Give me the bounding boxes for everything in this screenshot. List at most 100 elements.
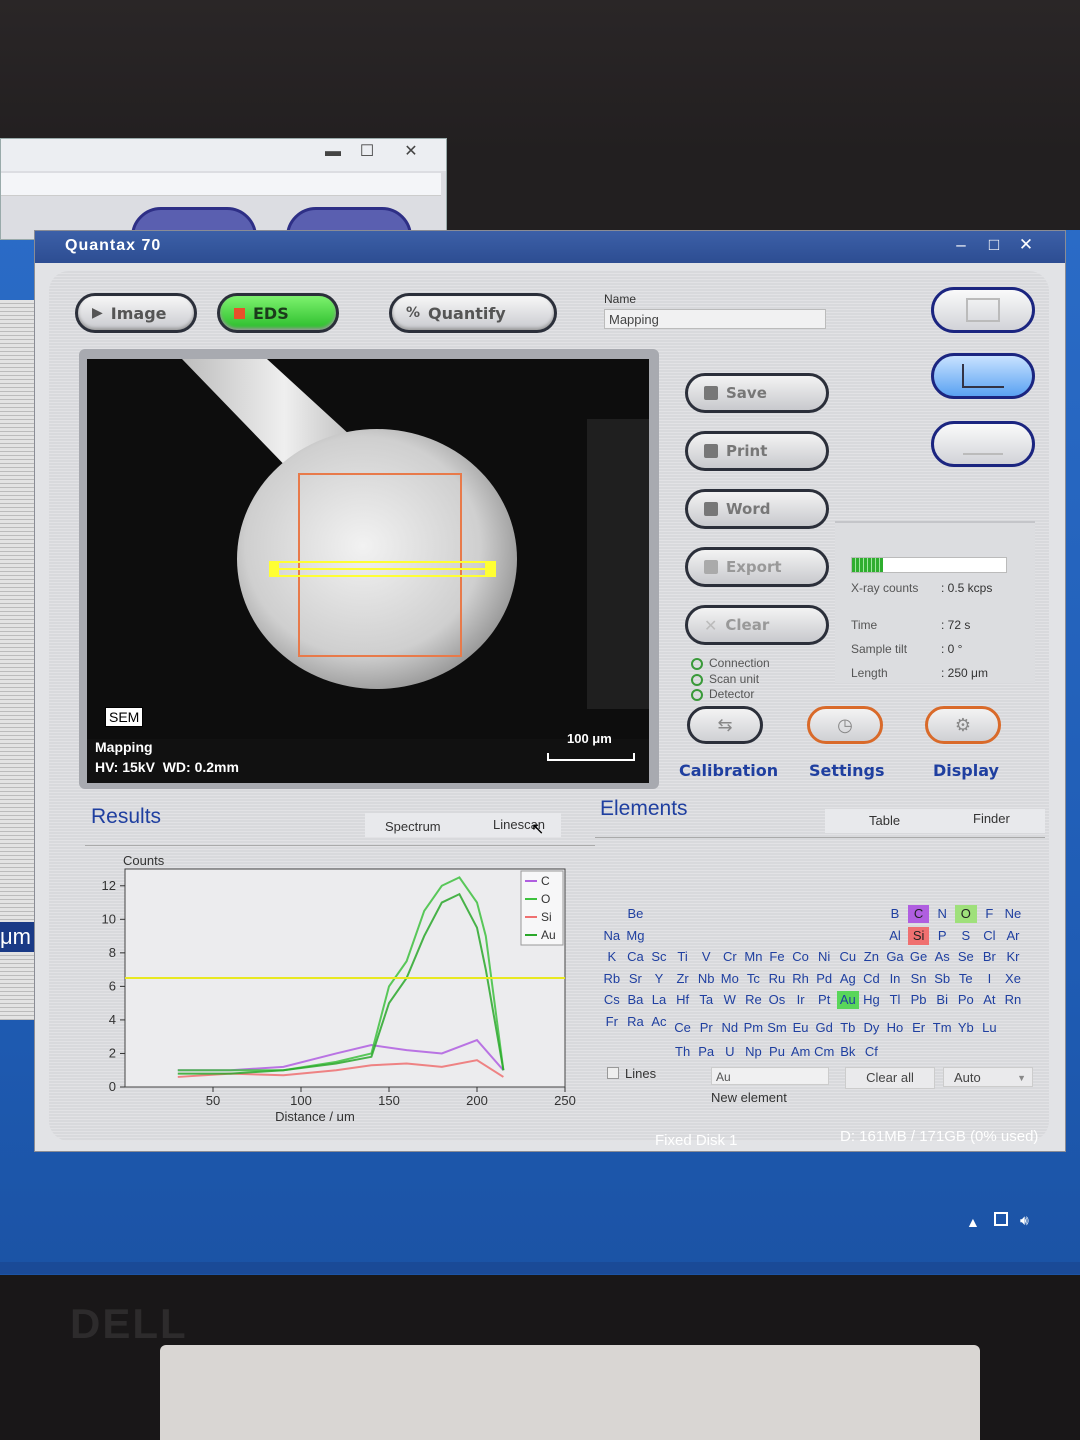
element-pr[interactable]: Pr [695,1019,717,1037]
element-c[interactable]: C [907,905,930,923]
element-ar[interactable]: Ar [1002,927,1024,945]
element-te[interactable]: Te [955,970,977,988]
element-o[interactable]: O [955,905,977,923]
element-ti[interactable]: Ti [672,948,694,966]
element-lu[interactable]: Lu [979,1019,1001,1037]
element-cr[interactable]: Cr [719,948,741,966]
element-rh[interactable]: Rh [790,970,812,988]
element-pa[interactable]: Pa [695,1043,717,1061]
minimize-icon[interactable]: ▬ [317,141,349,163]
element-k[interactable]: K [601,948,623,966]
tab-spectrum[interactable]: Spectrum [385,819,441,834]
element-yb[interactable]: Yb [955,1019,977,1037]
element-at[interactable]: At [979,991,1001,1009]
element-os[interactable]: Os [766,991,788,1009]
element-re[interactable]: Re [743,991,765,1009]
element-pu[interactable]: Pu [766,1043,788,1061]
element-sb[interactable]: Sb [931,970,953,988]
linescan-chart[interactable]: 0 2 4 6 8 10 12 50 100 150 200 250 Counts Distance / … [75,841,585,1124]
close-icon[interactable]: ✕ [1014,235,1038,255]
clear-button[interactable]: ✕ Clear [685,605,829,645]
element-ru[interactable]: Ru [766,970,788,988]
element-po[interactable]: Po [955,991,977,1009]
element-se[interactable]: Se [955,948,977,966]
calibration-button[interactable]: ⇆ [687,706,763,744]
element-pt[interactable]: Pt [813,991,835,1009]
tray-arrow-icon[interactable]: ▲ [966,1214,980,1230]
element-mg[interactable]: Mg [625,927,647,945]
element-rn[interactable]: Rn [1002,991,1024,1009]
element-au[interactable]: Au [837,991,859,1009]
sem-image[interactable] [87,359,649,749]
element-hg[interactable]: Hg [861,991,883,1009]
element-ne[interactable]: Ne [1002,905,1024,923]
element-hf[interactable]: Hf [672,991,694,1009]
element-pd[interactable]: Pd [813,970,835,988]
element-p[interactable]: P [931,927,953,945]
element-np[interactable]: Np [743,1043,765,1061]
element-y[interactable]: Y [648,970,670,988]
print-button[interactable]: Print [685,431,829,471]
element-zr[interactable]: Zr [672,970,694,988]
element-u[interactable]: U [719,1043,741,1061]
element-fr[interactable]: Fr [601,1013,623,1031]
element-ni[interactable]: Ni [813,948,835,966]
element-f[interactable]: F [979,905,1001,923]
element-co[interactable]: Co [790,948,812,966]
periodic-table[interactable]: Be B C N O F Ne Na Mg Al Si P S Cl Ar K Ca Sc Ti V Cr Mn Fe Co N… [601,905,1041,1065]
element-th[interactable]: Th [672,1043,694,1061]
element-br[interactable]: Br [979,948,1001,966]
element-tm[interactable]: Tm [931,1019,953,1037]
view-image-button[interactable] [931,287,1035,333]
element-ra[interactable]: Ra [625,1013,647,1031]
element-mo[interactable]: Mo [719,970,741,988]
element-b[interactable]: B [884,905,906,923]
element-cf[interactable]: Cf [861,1043,883,1061]
element-v[interactable]: V [695,948,717,966]
name-input[interactable]: Mapping [604,309,826,329]
element-as[interactable]: As [931,948,953,966]
element-sn[interactable]: Sn [908,970,930,988]
element-cs[interactable]: Cs [601,991,623,1009]
network-icon[interactable] [994,1212,1008,1226]
element-ir[interactable]: Ir [790,991,812,1009]
background-window[interactable]: ▬ ☐ ✕ [0,138,447,243]
element-s[interactable]: S [955,927,977,945]
element-cl[interactable]: Cl [979,927,1001,945]
element-pb[interactable]: Pb [908,991,930,1009]
element-ta[interactable]: Ta [695,991,717,1009]
element-nd[interactable]: Nd [719,1019,741,1037]
element-ga[interactable]: Ga [884,948,906,966]
element-ge[interactable]: Ge [908,948,930,966]
element-nb[interactable]: Nb [695,970,717,988]
volume-icon[interactable]: 🔊︎ [1020,1212,1029,1229]
element-tl[interactable]: Tl [884,991,906,1009]
maximize-icon[interactable]: □ [982,235,1006,255]
settings-button[interactable]: ◷ [807,706,883,744]
element-input[interactable]: Au [711,1067,829,1085]
element-ca[interactable]: Ca [625,948,647,966]
tab-table[interactable]: Table [869,813,900,828]
element-er[interactable]: Er [908,1019,930,1037]
element-cm[interactable]: Cm [813,1043,835,1061]
save-button[interactable]: Save [685,373,829,413]
view-peaks-button[interactable] [931,421,1035,467]
element-tb[interactable]: Tb [837,1019,859,1037]
word-button[interactable]: Word [685,489,829,529]
element-ce[interactable]: Ce [672,1019,694,1037]
element-ag[interactable]: Ag [837,970,859,988]
auto-dropdown[interactable]: Auto ▼ [943,1067,1033,1087]
tab-finder[interactable]: Finder [973,811,1010,826]
view-spectrum-button[interactable] [931,353,1035,399]
element-ba[interactable]: Ba [625,991,647,1009]
element-kr[interactable]: Kr [1002,948,1024,966]
quantax-window[interactable]: Quantax 70 – □ ✕ ▶ Image EDS % Quantify … [34,230,1066,1152]
element-eu[interactable]: Eu [790,1019,812,1037]
element-tc[interactable]: Tc [743,970,765,988]
maximize-icon[interactable]: ☐ [351,141,383,163]
element-ho[interactable]: Ho [884,1019,906,1037]
element-sr[interactable]: Sr [625,970,647,988]
element-in[interactable]: In [884,970,906,988]
quantify-mode-button[interactable]: % Quantify [389,293,557,333]
element-xe[interactable]: Xe [1002,970,1024,988]
